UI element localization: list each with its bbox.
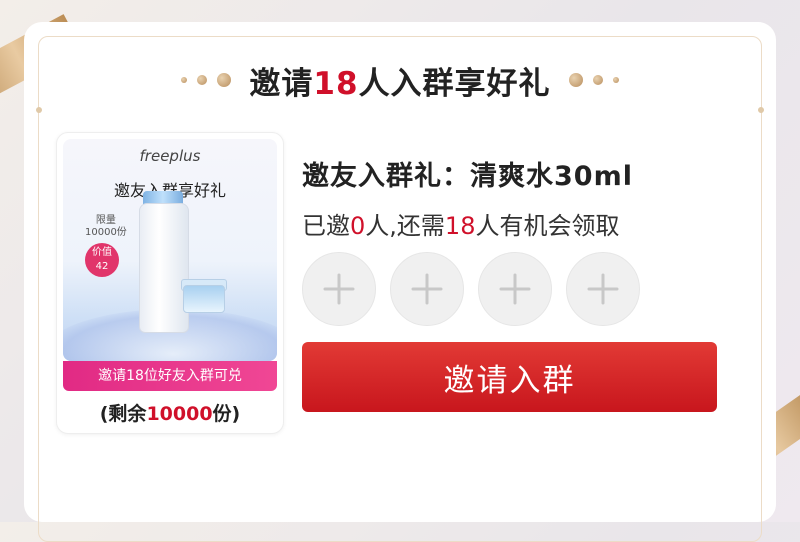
page-title: 邀请18人入群享好礼	[249, 58, 550, 103]
right-dots-decoration	[568, 73, 619, 87]
title-row: 邀请18人入群享好礼	[24, 58, 776, 102]
invite-slot[interactable]	[478, 252, 552, 326]
invite-card: 邀请18人入群享好礼 freeplus 邀友入群享好礼 限量 10000份 价值…	[24, 22, 776, 542]
remaining-number: 10000	[146, 403, 213, 425]
plus-icon	[411, 273, 443, 305]
plus-icon	[587, 273, 619, 305]
invite-join-group-button[interactable]: 邀请入群	[302, 342, 717, 412]
invite-slots	[302, 252, 640, 326]
invite-slot[interactable]	[302, 252, 376, 326]
title-suffix: 人入群享好礼	[358, 65, 551, 102]
redeem-banner: 邀请18位好友入群可兑	[63, 361, 277, 391]
product-tile[interactable]: freeplus 邀友入群享好礼 限量 10000份 价值 42 邀请18位好友…	[56, 132, 284, 434]
brand-logo: freeplus	[139, 147, 201, 165]
product-image: freeplus 邀友入群享好礼 限量 10000份 价值 42	[63, 139, 277, 361]
title-number: 18	[313, 65, 359, 102]
cream-jar-graphic	[183, 285, 225, 313]
limit-label: 限量 10000份	[85, 215, 127, 238]
gift-title: 邀友入群礼：清爽水30ml	[302, 161, 633, 192]
title-prefix: 邀请	[249, 65, 314, 102]
invite-progress: 已邀0人,还需18人有机会领取	[302, 212, 620, 240]
needed-count: 18	[444, 212, 476, 240]
toner-bottle-graphic	[139, 203, 189, 333]
left-dots-decoration	[181, 73, 232, 87]
invite-slot[interactable]	[390, 252, 464, 326]
remaining-stock: (剩余10000份)	[99, 403, 241, 425]
value-badge: 价值 42	[85, 243, 119, 277]
plus-icon	[499, 273, 531, 305]
plus-icon	[323, 273, 355, 305]
invite-slot[interactable]	[566, 252, 640, 326]
invited-count: 0	[350, 212, 366, 240]
